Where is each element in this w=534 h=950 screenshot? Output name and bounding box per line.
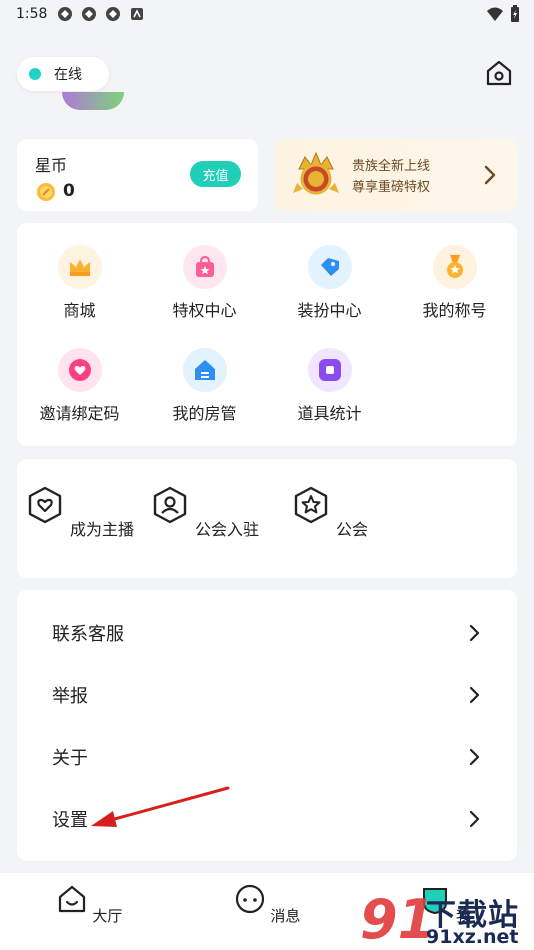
online-status-label: 在线 <box>54 67 82 83</box>
online-status-toggle[interactable]: 在线 <box>17 57 109 91</box>
tab-lobby[interactable]: 大厅 <box>49 883 129 926</box>
feature-my-titles[interactable]: 我的称号 <box>392 245 517 321</box>
tab-label: 消息 <box>270 907 301 925</box>
coin-icon <box>37 183 55 201</box>
tag-icon <box>307 245 352 289</box>
square-icon <box>307 348 352 392</box>
avatar[interactable] <box>62 92 124 110</box>
coin-title: 星币 <box>35 156 68 175</box>
recharge-button[interactable]: 充值 <box>190 161 241 187</box>
guild-button[interactable]: 公会 <box>267 485 392 540</box>
bottom-tab-bar: 大厅 消息 我 <box>0 873 534 950</box>
feature-label: 特权中心 <box>172 301 237 320</box>
feature-label: 商城 <box>63 301 96 320</box>
host-option-label: 成为主播 <box>70 520 135 539</box>
tab-messages[interactable]: 消息 <box>227 883 307 926</box>
feature-label: 我的房管 <box>172 404 237 423</box>
noble-banner[interactable]: 贵族全新上线 尊享重磅特权 <box>275 139 517 211</box>
become-host-button[interactable]: 成为主播 <box>17 485 142 540</box>
menu-item-about[interactable]: 关于 <box>17 726 517 788</box>
feature-label: 邀请绑定码 <box>39 404 120 423</box>
feature-grid: 商城 特权中心 装扮中心 我的称号 邀请绑定码 我的房管 道具统计 <box>17 223 517 446</box>
feature-label: 道具统计 <box>297 404 362 423</box>
app-notification-icon <box>131 8 144 20</box>
tab-me[interactable]: 我 <box>405 883 485 926</box>
home-icon[interactable] <box>484 58 514 88</box>
notification-icon <box>82 7 97 21</box>
feature-label: 装扮中心 <box>297 301 362 320</box>
gift-bag-icon <box>182 245 227 289</box>
feature-my-room-admins[interactable]: 我的房管 <box>142 348 267 424</box>
person-shield-icon <box>153 486 187 524</box>
feature-label: 我的称号 <box>422 301 487 320</box>
noble-crown-badge-icon <box>293 151 339 195</box>
chevron-right-icon <box>484 165 496 185</box>
battery-icon <box>511 5 519 22</box>
feature-invite-code[interactable]: 邀请绑定码 <box>17 348 142 424</box>
online-dot <box>29 68 41 80</box>
chevron-right-icon <box>469 748 480 766</box>
menu-item-report[interactable]: 举报 <box>17 664 517 726</box>
house-icon <box>182 348 227 392</box>
coin-card[interactable]: 星币 0 充值 <box>17 139 258 211</box>
menu-item-settings[interactable]: 设置 <box>17 788 517 850</box>
profile-tab-icon <box>423 888 448 915</box>
home-tab-icon <box>58 885 85 913</box>
noble-banner-line2: 尊享重磅特权 <box>352 180 431 195</box>
feature-shop[interactable]: 商城 <box>17 245 142 321</box>
star-shield-icon <box>294 486 328 524</box>
menu-item-label: 设置 <box>52 810 88 831</box>
feature-item-statistics[interactable]: 道具统计 <box>267 348 392 424</box>
tab-label: 大厅 <box>92 907 123 925</box>
heart-shield-icon <box>28 486 62 524</box>
notification-icon <box>106 7 121 21</box>
menu-item-customer-service[interactable]: 联系客服 <box>17 602 517 664</box>
host-option-label: 公会入驻 <box>195 520 260 539</box>
menu-item-label: 联系客服 <box>52 624 124 645</box>
chevron-right-icon <box>469 810 480 828</box>
host-options: 成为主播 公会入驻 公会 <box>17 459 517 578</box>
chevron-right-icon <box>469 624 480 642</box>
noble-banner-line1: 贵族全新上线 <box>352 159 431 174</box>
menu-list: 联系客服 举报 关于 设置 <box>17 590 517 861</box>
guild-join-button[interactable]: 公会入驻 <box>142 485 267 540</box>
feature-dressup-center[interactable]: 装扮中心 <box>267 245 392 321</box>
host-option-label: 公会 <box>336 520 369 539</box>
heart-icon <box>57 348 102 392</box>
notification-icon <box>58 7 73 21</box>
chat-tab-icon <box>235 884 264 914</box>
medal-icon <box>432 245 477 289</box>
status-bar: 1:58 <box>0 0 534 28</box>
chevron-right-icon <box>469 686 480 704</box>
tab-label: 我 <box>455 907 471 925</box>
feature-privilege-center[interactable]: 特权中心 <box>142 245 267 321</box>
wifi-icon <box>487 7 503 21</box>
crown-icon <box>57 245 102 289</box>
status-time: 1:58 <box>16 6 48 22</box>
coin-amount: 0 <box>63 181 75 201</box>
menu-item-label: 举报 <box>52 686 88 707</box>
menu-item-label: 关于 <box>52 748 88 769</box>
